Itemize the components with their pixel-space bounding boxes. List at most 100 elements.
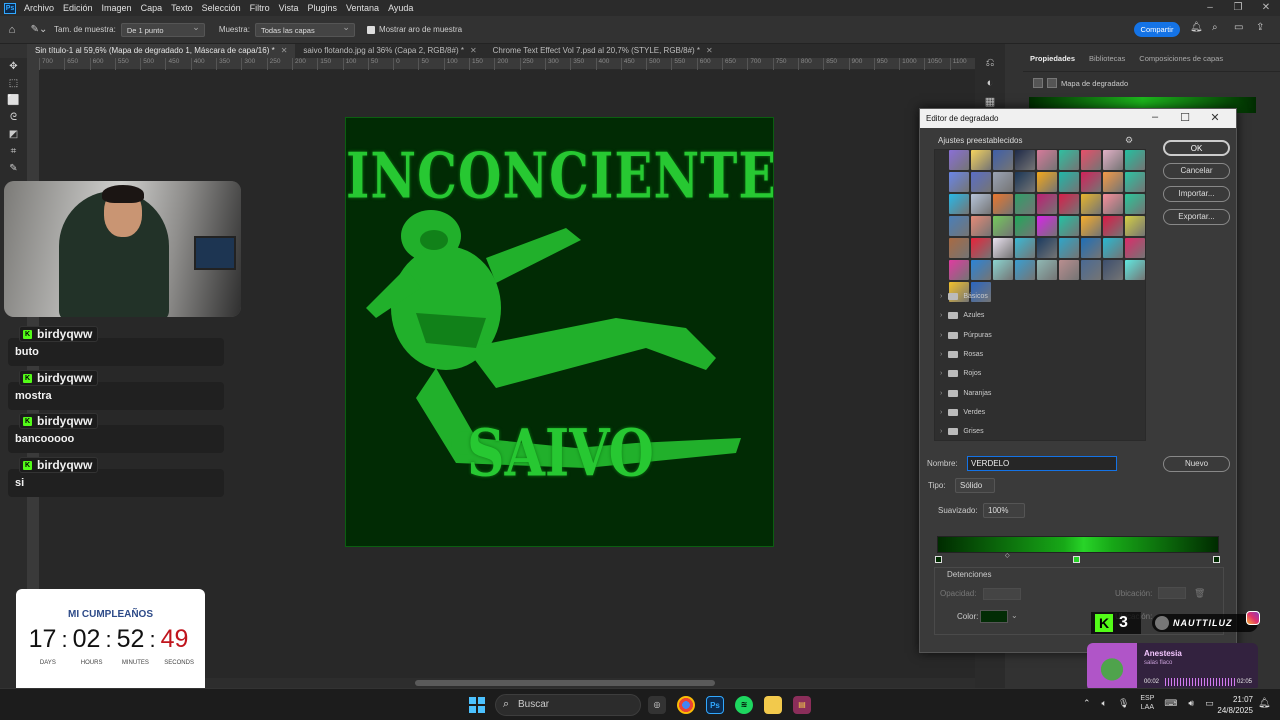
- taskbar-search[interactable]: ⌕ Buscar: [495, 694, 641, 716]
- gradient-preset-swatch[interactable]: [1081, 238, 1101, 258]
- gradient-preset-swatch[interactable]: [1081, 150, 1101, 170]
- color-stop-middle[interactable]: [1073, 556, 1080, 563]
- gradient-preset-swatch[interactable]: [1103, 238, 1123, 258]
- move-tool-icon[interactable]: ✥: [0, 58, 27, 75]
- sample-dropdown[interactable]: Todas las capas: [254, 22, 355, 37]
- menu-capa[interactable]: Capa: [141, 3, 163, 13]
- gradient-preset-swatch[interactable]: [993, 216, 1013, 236]
- history-icon[interactable]: ⎌: [975, 54, 1005, 73]
- chrome-app-icon[interactable]: [677, 696, 695, 714]
- eyedropper-icon[interactable]: ✎⌄: [24, 24, 54, 35]
- folder-rosas[interactable]: › Rosas: [935, 345, 1138, 364]
- gradient-preset-swatch[interactable]: [993, 150, 1013, 170]
- type-dropdown[interactable]: Sólido: [955, 478, 995, 493]
- tab-document-1[interactable]: Sin título-1 al 59,6% (Mapa de degradado…: [27, 44, 296, 58]
- gradient-preset-swatch[interactable]: [993, 260, 1013, 280]
- gradient-preset-swatch[interactable]: [1103, 172, 1123, 192]
- gradient-preset-swatch[interactable]: [971, 194, 991, 214]
- share-arrow-icon[interactable]: ⇪: [1256, 22, 1264, 33]
- folder-naranjas[interactable]: › Naranjas: [935, 383, 1138, 402]
- chevron-down-icon[interactable]: ⌄: [1011, 611, 1018, 620]
- menu-texto[interactable]: Texto: [171, 3, 193, 13]
- folder-azules[interactable]: › Azules: [935, 306, 1138, 325]
- folder-verdes[interactable]: › Verdes: [935, 403, 1138, 422]
- color-stop-left[interactable]: [935, 556, 942, 563]
- smoothness-dropdown[interactable]: 100%: [983, 503, 1025, 518]
- workspace-icon[interactable]: ▭: [1234, 22, 1243, 33]
- gradient-preset-swatch[interactable]: [1059, 194, 1079, 214]
- gradient-preset-swatch[interactable]: [1103, 260, 1123, 280]
- gradient-preset-swatch[interactable]: [1081, 260, 1101, 280]
- gradient-preset-swatch[interactable]: [1103, 194, 1123, 214]
- lasso-tool-icon[interactable]: ᘓ: [0, 109, 27, 126]
- tab-layer-comps[interactable]: Composiciones de capas: [1132, 44, 1230, 71]
- marquee-tool-icon[interactable]: ⬜: [0, 92, 27, 109]
- language-indicator[interactable]: ESP LAA: [1140, 694, 1154, 712]
- home-icon[interactable]: ⌂: [0, 24, 24, 36]
- spotify-app-icon[interactable]: ≋: [735, 696, 753, 714]
- gradient-preset-swatch[interactable]: [1059, 172, 1079, 192]
- close-icon[interactable]: ✕: [470, 46, 477, 55]
- menu-ventana[interactable]: Ventana: [346, 3, 379, 13]
- gradient-preset-swatch[interactable]: [1081, 172, 1101, 192]
- gradient-preset-swatch[interactable]: [1037, 150, 1057, 170]
- gradient-preset-swatch[interactable]: [993, 194, 1013, 214]
- gradient-preset-swatch[interactable]: [1125, 238, 1145, 258]
- gradient-preset-swatch[interactable]: [1015, 216, 1035, 236]
- gradient-preset-swatch[interactable]: [1125, 216, 1145, 236]
- close-icon[interactable]: ✕: [1252, 0, 1280, 16]
- scrollbar-thumb[interactable]: [415, 680, 715, 686]
- gradient-preset-swatch[interactable]: [971, 260, 991, 280]
- midpoint-diamond-icon[interactable]: ◇: [1005, 552, 1010, 559]
- gradient-preset-swatch[interactable]: [1037, 194, 1057, 214]
- new-button[interactable]: Nuevo: [1163, 456, 1230, 472]
- menu-filtro[interactable]: Filtro: [250, 3, 270, 13]
- tab-document-3[interactable]: Chrome Text Effect Vol 7.psd al 20,7% (S…: [485, 44, 721, 58]
- gradient-preset-swatch[interactable]: [949, 150, 969, 170]
- search-icon[interactable]: ⌕: [1212, 22, 1218, 33]
- microphone-icon[interactable]: 🎙︎: [1118, 698, 1129, 709]
- folder-rojos[interactable]: › Rojos: [935, 364, 1138, 383]
- gradient-preset-swatch[interactable]: [1081, 194, 1101, 214]
- artwork-canvas[interactable]: INCONCIENTE SAIVO: [345, 117, 774, 547]
- menu-ayuda[interactable]: Ayuda: [388, 3, 413, 13]
- gradient-preset-swatch[interactable]: [949, 238, 969, 258]
- gradient-preset-swatch[interactable]: [949, 172, 969, 192]
- photoshop-app-icon[interactable]: Ps: [706, 696, 724, 714]
- gradient-preset-swatch[interactable]: [949, 260, 969, 280]
- import-button[interactable]: Importar...: [1163, 186, 1230, 202]
- presets-list[interactable]: › Básicos › Azules › Púrpuras › Rosas › Rojos…: [934, 149, 1146, 441]
- gradient-preset-swatch[interactable]: [1125, 150, 1145, 170]
- color-stop-right[interactable]: [1213, 556, 1220, 563]
- system-clock[interactable]: 21:07 24/8/2025: [1209, 694, 1253, 716]
- gradient-preset-swatch[interactable]: [1081, 216, 1101, 236]
- speaker-icon[interactable]: 🔊︎: [1188, 698, 1194, 709]
- network-icon[interactable]: ⌨︎: [1164, 698, 1177, 709]
- gradient-preset-swatch[interactable]: [1103, 216, 1123, 236]
- gradient-preset-swatch[interactable]: [949, 194, 969, 214]
- ok-button[interactable]: OK: [1163, 140, 1230, 156]
- gradient-preset-swatch[interactable]: [1125, 260, 1145, 280]
- crop-tool-icon[interactable]: ⌗: [0, 143, 27, 160]
- adjustments-icon[interactable]: ◐: [975, 73, 1005, 92]
- name-input[interactable]: VERDELO: [967, 456, 1117, 471]
- gradient-preset-swatch[interactable]: [993, 172, 1013, 192]
- gradient-preset-swatch[interactable]: [971, 238, 991, 258]
- close-icon[interactable]: ✕: [281, 46, 288, 55]
- gear-icon[interactable]: ⚙: [1125, 135, 1133, 146]
- tab-properties[interactable]: Propiedades: [1023, 44, 1082, 71]
- gradient-preset-swatch[interactable]: [1015, 150, 1035, 170]
- export-button[interactable]: Exportar...: [1163, 209, 1230, 225]
- artboard-tool-icon[interactable]: ⬚: [0, 75, 27, 92]
- menu-edicion[interactable]: Edición: [63, 3, 93, 13]
- menu-imagen[interactable]: Imagen: [102, 3, 132, 13]
- gradient-preset-swatch[interactable]: [1015, 260, 1035, 280]
- menu-archivo[interactable]: Archivo: [24, 3, 54, 13]
- windows-start-icon[interactable]: [469, 697, 485, 713]
- gradient-preset-swatch[interactable]: [1037, 216, 1057, 236]
- folder-grises[interactable]: › Grises: [935, 422, 1138, 440]
- file-explorer-app-icon[interactable]: [764, 696, 782, 714]
- gradient-preset-swatch[interactable]: [971, 216, 991, 236]
- gradient-preset-swatch[interactable]: [971, 172, 991, 192]
- gradient-preset-swatch[interactable]: [1125, 194, 1145, 214]
